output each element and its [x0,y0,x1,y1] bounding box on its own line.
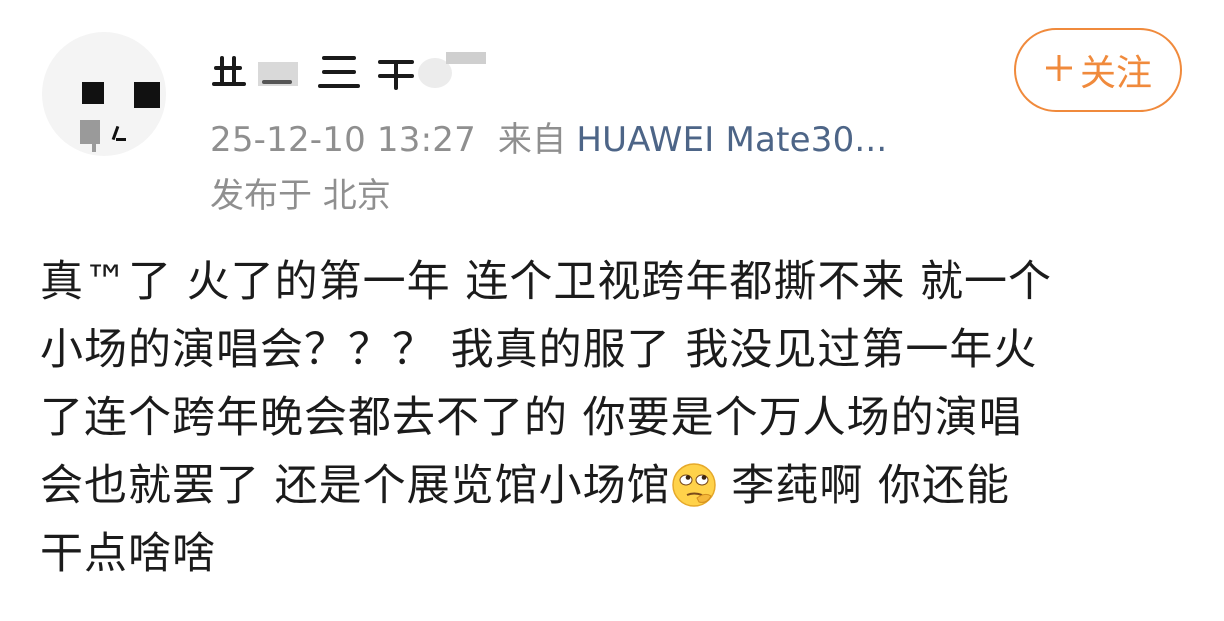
follow-button[interactable]: 关注 [1014,28,1182,112]
source-prefix: 来自 [497,120,567,160]
plus-icon [1044,50,1074,90]
weibo-post: 25-12-10 13:27 来自 HUAWEI Mate30... 发布于 北京 … [0,0,1224,621]
content-line: 了连个跨年晚会都去不了的 你要是个万人场的演唱 [40,393,1023,443]
follow-label: 关注 [1079,53,1152,94]
device-link[interactable]: HUAWEI Mate30... [576,120,887,160]
post-meta: 25-12-10 13:27 来自 HUAWEI Mate30... [210,112,887,161]
post-location: 发布于 北京 [210,176,391,216]
rolling-eyes-emoji-icon [671,460,717,507]
content-line-text: 会也就罢了 还是个展览馆小场馆 [40,461,671,511]
post-content: 真™了 火了的第一年 连个卫视跨年都撕不来 就一个 小场的演唱会？？？ 我真的服… [40,248,1190,588]
content-line: 小场的演唱会？？？ 我真的服了 我没见过第一年火 [40,325,1038,375]
content-line-tail: 李莼啊 你还能 [716,461,1011,511]
username-obscured[interactable] [210,52,486,92]
post-timestamp: 25-12-10 13:27 [210,120,476,160]
avatar[interactable] [42,32,166,156]
content-line-with-emoji: 会也就罢了 还是个展览馆小场馆 李莼啊 你还能 [40,452,1190,520]
content-line: 干点啥啥 [40,529,216,579]
content-line: 真™了 火了的第一年 连个卫视跨年都撕不来 就一个 [40,257,1053,307]
